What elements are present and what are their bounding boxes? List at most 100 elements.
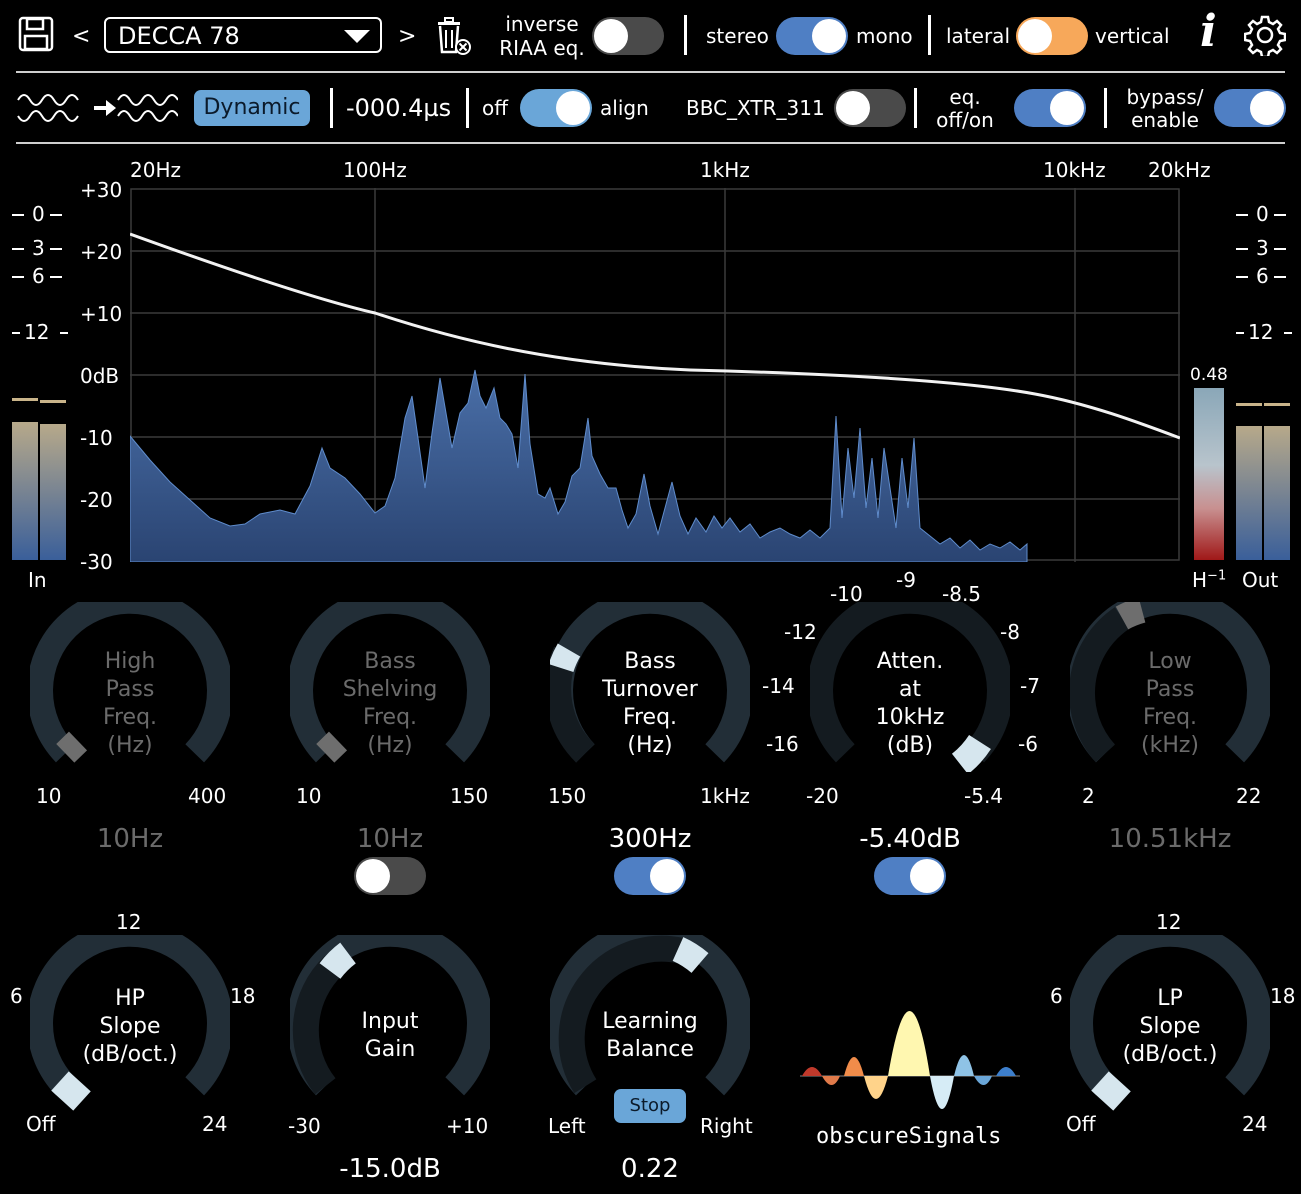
knob-max: 1kHz bbox=[700, 784, 750, 808]
knob-max: 22 bbox=[1236, 784, 1262, 808]
atten-tick: -6 bbox=[1018, 732, 1038, 756]
db-label: -10 bbox=[80, 426, 113, 450]
spectrum-display[interactable] bbox=[130, 188, 1180, 562]
bass-turnover-value: 300Hz bbox=[608, 824, 692, 854]
high-pass-label: High Pass Freq. (Hz) bbox=[102, 649, 158, 758]
knob-min: -20 bbox=[806, 784, 839, 808]
atten-tick: -8.5 bbox=[942, 582, 982, 606]
atten-tick: -9 bbox=[896, 568, 916, 592]
freq-label: 10kHz bbox=[1043, 158, 1106, 182]
bbc-toggle[interactable] bbox=[834, 89, 906, 127]
knob-max: +10 bbox=[446, 1114, 489, 1138]
info-button[interactable]: i bbox=[1200, 6, 1217, 57]
preset-name: DECCA 78 bbox=[118, 22, 240, 50]
db-label: +30 bbox=[80, 178, 123, 202]
lateral-vertical-toggle[interactable] bbox=[1016, 17, 1088, 55]
knob-max: 150 bbox=[450, 784, 489, 808]
save-button[interactable] bbox=[18, 16, 54, 52]
bass-turnover-label: Bass Turnover Freq. (Hz) bbox=[602, 649, 698, 758]
lp-slope-tick: 6 bbox=[1050, 984, 1063, 1008]
next-preset-button[interactable]: > bbox=[398, 24, 416, 49]
freq-label: 20kHz bbox=[1148, 158, 1211, 182]
output-meter-right bbox=[1264, 426, 1290, 560]
freq-label: 1kHz bbox=[700, 158, 750, 182]
low-pass-value: 10.51kHz bbox=[1108, 824, 1232, 854]
db-label: +10 bbox=[80, 302, 123, 326]
obscure-signals-logo bbox=[800, 1011, 1020, 1109]
attenuation-label: Atten. at 10kHz (dB) bbox=[875, 649, 945, 758]
knob-min: 2 bbox=[1082, 784, 1095, 808]
knob-min: -30 bbox=[288, 1114, 321, 1138]
db-label: +20 bbox=[80, 240, 123, 264]
input-peak bbox=[12, 398, 38, 401]
input-peak bbox=[40, 400, 66, 403]
gear-icon bbox=[1243, 15, 1287, 59]
hp-slope-label: HP Slope (dB/oct.) bbox=[82, 986, 178, 1067]
knob-max: -5.4 bbox=[964, 784, 1004, 808]
mono-label: mono bbox=[856, 24, 913, 48]
high-pass-value: 10Hz bbox=[96, 824, 164, 854]
knob-min: Left bbox=[548, 1114, 586, 1138]
output-peak bbox=[1264, 403, 1290, 406]
bbc-label: BBC_XTR_311 bbox=[686, 96, 825, 120]
trash-icon bbox=[438, 17, 471, 55]
freq-label: 20Hz bbox=[130, 158, 181, 182]
divider bbox=[466, 88, 469, 128]
freq-label: 100Hz bbox=[343, 158, 407, 182]
stereo-label: stereo bbox=[706, 24, 769, 48]
attenuation-toggle[interactable] bbox=[874, 857, 946, 895]
delete-preset-button[interactable] bbox=[434, 16, 472, 56]
knob-min: 10 bbox=[36, 784, 62, 808]
off-label: off bbox=[482, 96, 509, 120]
divider bbox=[1104, 88, 1107, 128]
output-peak bbox=[1236, 403, 1262, 406]
dynamic-button[interactable]: Dynamic bbox=[194, 90, 310, 126]
input-gain-label: Input Gain bbox=[361, 1009, 419, 1062]
atten-tick: -8 bbox=[1000, 620, 1020, 644]
settings-button[interactable] bbox=[1243, 14, 1287, 59]
align-label: align bbox=[600, 96, 649, 120]
vertical-label: vertical bbox=[1095, 24, 1170, 48]
db-label: 0dB bbox=[80, 364, 120, 388]
input-meter-left bbox=[12, 422, 38, 560]
stereo-mono-toggle[interactable] bbox=[776, 17, 848, 55]
bypass-toggle[interactable] bbox=[1214, 89, 1286, 127]
bass-shelving-toggle[interactable] bbox=[354, 857, 426, 895]
output-meter-scale: 0 3 6 12 bbox=[1230, 200, 1294, 360]
hp-slope-tick: Off bbox=[26, 1112, 56, 1136]
learning-balance-value: 0.22 bbox=[621, 1154, 679, 1184]
input-meter-scale: 0 3 6 12 bbox=[8, 200, 72, 360]
in-label: In bbox=[28, 568, 47, 592]
floppy-disk-icon bbox=[18, 16, 54, 52]
atten-tick: -16 bbox=[766, 732, 799, 756]
input-gain-value: -15.0dB bbox=[339, 1154, 441, 1184]
bass-shelving-value: 10Hz bbox=[356, 824, 424, 854]
divider bbox=[684, 15, 687, 55]
preset-dropdown[interactable]: DECCA 78 bbox=[104, 17, 382, 53]
lp-slope-label: LP Slope (dB/oct.) bbox=[1122, 986, 1218, 1067]
output-meter-left bbox=[1236, 426, 1262, 560]
eq-toggle[interactable] bbox=[1014, 89, 1086, 127]
learning-balance-label: Learning Balance bbox=[602, 1009, 698, 1062]
atten-tick: -10 bbox=[830, 582, 863, 606]
lp-slope-tick: Off bbox=[1066, 1112, 1096, 1136]
inverse-riaa-toggle[interactable] bbox=[592, 17, 664, 55]
divider bbox=[330, 88, 333, 128]
eq-curve bbox=[130, 232, 1180, 440]
stop-learning-button[interactable]: Stop bbox=[614, 1089, 686, 1123]
divider bbox=[16, 71, 1285, 73]
lp-slope-tick: 24 bbox=[1242, 1112, 1268, 1136]
db-label: -30 bbox=[80, 550, 113, 574]
out-label: Out bbox=[1242, 568, 1279, 592]
lp-slope-tick: 12 bbox=[1156, 910, 1182, 934]
divider bbox=[928, 15, 931, 55]
knob-max: Right bbox=[700, 1114, 753, 1138]
knob-max: 400 bbox=[188, 784, 227, 808]
attenuation-value: -5.40dB bbox=[859, 824, 961, 854]
hp-slope-tick: 12 bbox=[116, 910, 142, 934]
knob-min: 10 bbox=[296, 784, 322, 808]
align-toggle[interactable] bbox=[520, 89, 592, 127]
bass-turnover-toggle[interactable] bbox=[614, 857, 686, 895]
prev-preset-button[interactable]: < bbox=[72, 24, 90, 49]
delay-value[interactable]: -000.4µs bbox=[346, 94, 451, 122]
